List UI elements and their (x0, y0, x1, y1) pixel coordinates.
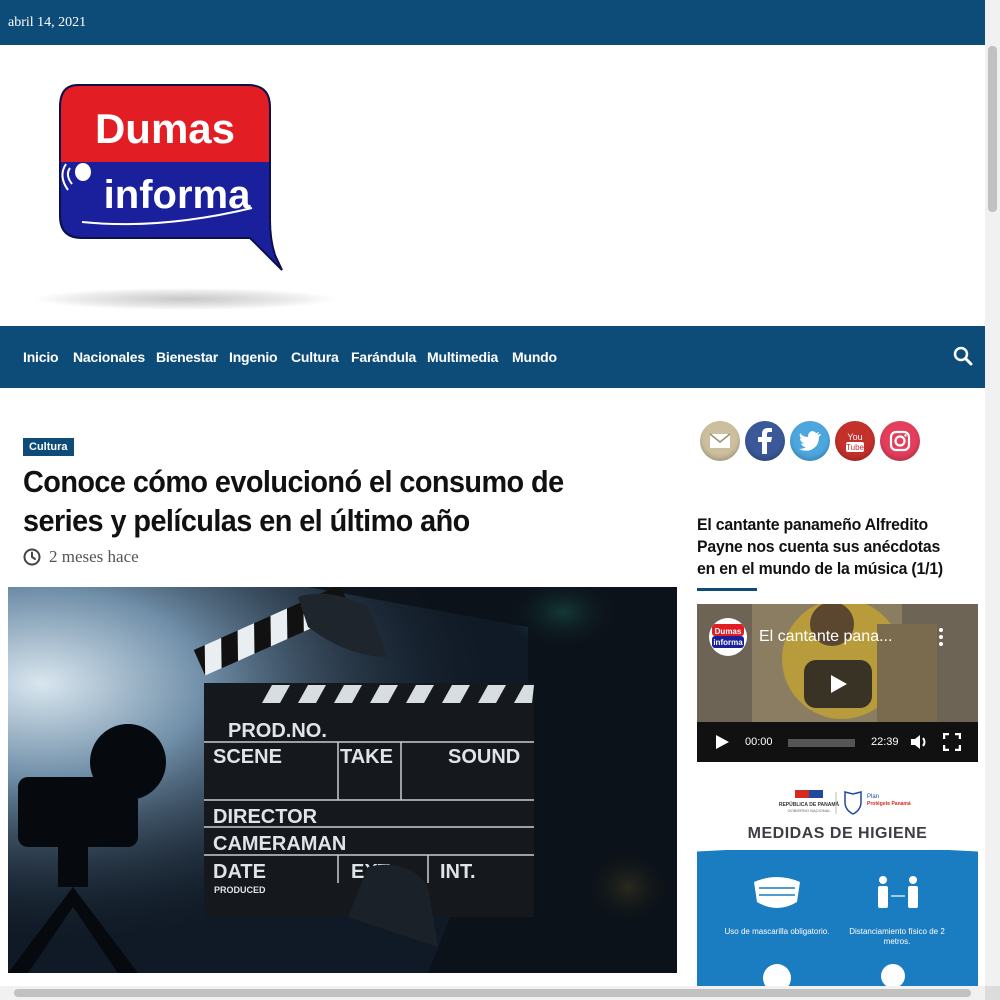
ad-item-distance: Distanciamiento físico de 2 metros. (849, 927, 945, 946)
top-bar: abril 14, 2021 (0, 0, 985, 45)
slate-sound-label: SOUND (448, 746, 520, 768)
ad-item-mask: Uso de mascarilla obligatorio. (724, 927, 830, 936)
nav-item-bienestar[interactable]: Bienestar (156, 326, 218, 388)
video-current-time: 00:00 (745, 736, 773, 748)
video-controls: 00:00 22:39 (697, 722, 978, 762)
sanitizer-icon (881, 964, 905, 986)
horizontal-scrollbar-thumb[interactable] (14, 989, 971, 997)
video-progress-track[interactable] (788, 739, 855, 747)
social-distance-icon (878, 876, 918, 908)
article-time-ago: 2 meses hace (49, 547, 139, 566)
slate-int-label: INT. (440, 861, 476, 883)
ad-title: MEDIDAS DE HIGIENE (747, 825, 928, 842)
social-icons: You Tube (700, 421, 920, 461)
sidebar-post-title[interactable]: El cantante panameño Alfredito Payne nos… (697, 514, 962, 580)
sidebar-divider (697, 588, 757, 591)
slate-date-label: DATE (213, 861, 266, 883)
hand-wash-icon (763, 964, 791, 986)
slate-prod-label: PROD.NO. (228, 720, 327, 742)
nav-item-ingenio[interactable]: Ingenio (229, 326, 278, 388)
main-nav: Inicio Nacionales Bienestar Ingenio Cult… (0, 326, 985, 388)
nav-item-cultura[interactable]: Cultura (291, 326, 339, 388)
avatar-text-dumas: Dumas (715, 627, 742, 636)
twitter-icon[interactable] (790, 421, 830, 461)
email-icon[interactable] (700, 421, 740, 461)
slate-scene-label: SCENE (213, 746, 282, 768)
face-mask-icon (754, 877, 800, 908)
search-icon[interactable] (953, 346, 973, 366)
video-title[interactable]: El cantante pana... (759, 628, 892, 646)
site-logo[interactable]: Dumas informa (20, 80, 335, 310)
article-meta: 2 meses hace (23, 546, 139, 568)
slate-director-label: DIRECTOR (213, 806, 318, 828)
avatar-text-informa: informa (713, 638, 743, 647)
video-duration: 22:39 (871, 736, 899, 748)
clock-icon (23, 548, 41, 566)
youtube-icon[interactable]: You Tube (835, 421, 875, 461)
slate-produced-label: PRODUCED (214, 885, 266, 895)
vertical-scrollbar[interactable] (985, 0, 1000, 986)
video-play-overlay-button[interactable] (804, 660, 872, 708)
nav-item-mundo[interactable]: Mundo (512, 326, 557, 388)
logo-text-dumas: Dumas (95, 105, 235, 152)
ad-plan-name: Protégete Panamá (867, 801, 911, 807)
article-title[interactable]: Conoce cómo evolucionó el consumo de ser… (23, 462, 618, 540)
instagram-icon[interactable] (880, 421, 920, 461)
nav-item-inicio[interactable]: Inicio (23, 326, 59, 388)
video-player[interactable]: Dumas informa El cantante pana... 00:00 … (697, 604, 978, 762)
logo-text-informa: informa (104, 173, 251, 217)
channel-avatar[interactable]: Dumas informa (709, 618, 747, 656)
nav-item-nacionales[interactable]: Nacionales (73, 326, 145, 388)
hygiene-ad-banner[interactable]: REPÚBLICA DE PANAMÁ GOBIERNO NACIONAL Pl… (697, 780, 978, 986)
scrollbar-corner (985, 986, 1000, 1000)
svg-text:Tube: Tube (846, 443, 864, 452)
ad-content: Uso de mascarilla obligatorio. Distancia… (697, 850, 978, 986)
page: abril 14, 2021 Dumas informa Inicio Naci… (0, 0, 1000, 1000)
ad-plan-label: Plan (867, 794, 879, 800)
category-badge[interactable]: Cultura (23, 438, 74, 456)
svg-text:You: You (847, 432, 862, 442)
volume-icon[interactable] (910, 734, 930, 755)
horizontal-scrollbar[interactable] (0, 986, 985, 1000)
nav-item-multimedia[interactable]: Multimedia (427, 326, 498, 388)
slate-take-label: TAKE (340, 746, 393, 768)
article-featured-image[interactable]: PROD.NO. SCENE TAKE SOUND DIRECTOR CAMER… (8, 587, 677, 973)
play-icon[interactable] (714, 734, 730, 755)
facebook-icon[interactable] (745, 421, 785, 461)
current-date: abril 14, 2021 (8, 15, 87, 30)
ad-government-label: GOBIERNO NACIONAL (787, 808, 831, 813)
fullscreen-icon[interactable] (942, 732, 962, 756)
vertical-scrollbar-thumb[interactable] (988, 46, 997, 212)
slate-cameraman-label: CAMERAMAN (213, 833, 346, 855)
nav-item-farandula[interactable]: Farándula (351, 326, 416, 388)
ad-republic-label: REPÚBLICA DE PANAMÁ (779, 801, 840, 808)
site-header: Dumas informa (0, 45, 985, 326)
more-options-icon[interactable] (937, 626, 945, 648)
